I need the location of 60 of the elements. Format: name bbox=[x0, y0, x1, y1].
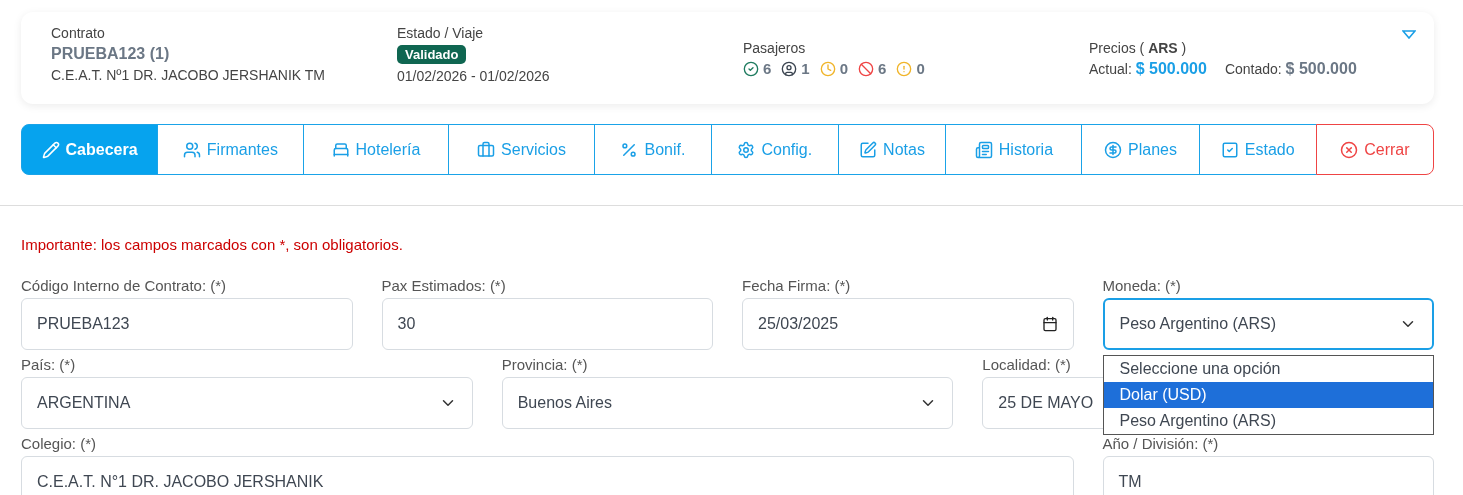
tab[interactable]: Config. bbox=[711, 124, 839, 175]
date-field[interactable]: 25/03/2025 bbox=[742, 298, 1074, 350]
field-label: Moneda: (*) bbox=[1102, 277, 1181, 294]
briefcase-icon bbox=[477, 140, 496, 159]
passenger-count: 6 bbox=[858, 60, 887, 77]
tab[interactable]: Notas bbox=[837, 124, 947, 175]
settings-icon bbox=[737, 140, 756, 159]
field-label: Localidad: (*) bbox=[982, 356, 1071, 373]
field-label: País: (*) bbox=[21, 356, 76, 373]
input-field[interactable]: PRUEBA123 bbox=[21, 298, 353, 350]
field-label: Pax Estimados: (*) bbox=[381, 277, 506, 294]
contract-code: PRUEBA123 (1) bbox=[51, 45, 171, 63]
school-name: C.E.A.T. Nº1 DR. JACOBO JERSHANIK TM bbox=[51, 67, 326, 83]
input-field[interactable]: 30 bbox=[381, 298, 713, 350]
field-label: Colegio: (*) bbox=[21, 435, 97, 452]
calendar-icon bbox=[1041, 316, 1058, 332]
percent-icon bbox=[620, 140, 639, 159]
field-label: Fecha Firma: (*) bbox=[742, 277, 851, 294]
tab[interactable]: Hotelería bbox=[302, 124, 450, 175]
tab[interactable]: Bonif. bbox=[593, 124, 712, 175]
expand-caret-icon[interactable] bbox=[1402, 30, 1416, 39]
current-price: Actual: $ 500.000 bbox=[1089, 59, 1207, 78]
trip-dates: 01/02/2026 - 01/02/2026 bbox=[397, 68, 551, 84]
required-notice: Importante: los campos marcados con *, son obligatorios. bbox=[21, 236, 404, 253]
cash-price: Contado: $ 500.000 bbox=[1224, 59, 1357, 78]
tab[interactable]: Firmantes bbox=[157, 124, 304, 175]
status-label: Estado / Viaje bbox=[397, 25, 485, 41]
dropdown-option[interactable]: Dolar (USD) bbox=[1103, 382, 1433, 408]
passengers-label: Pasajeros bbox=[743, 40, 807, 56]
prices-label: Precios ( ARS ) bbox=[1089, 39, 1188, 56]
document-icon bbox=[974, 140, 993, 159]
tab[interactable]: Servicios bbox=[448, 124, 595, 175]
input-field[interactable]: TM bbox=[1102, 456, 1434, 495]
bed-icon bbox=[331, 140, 350, 159]
input-field[interactable]: C.E.A.T. N°1 DR. JACOBO JERSHANIK bbox=[21, 456, 1074, 495]
dollar-icon bbox=[1104, 140, 1123, 159]
tab[interactable]: Estado bbox=[1198, 124, 1317, 175]
tab[interactable]: Historia bbox=[945, 124, 1083, 175]
field-label: Provincia: (*) bbox=[501, 356, 588, 373]
select-field[interactable]: ARGENTINA bbox=[21, 377, 473, 429]
pencil-icon bbox=[41, 140, 60, 159]
dropdown-option[interactable]: Seleccione una opción bbox=[1103, 356, 1433, 382]
status-badge: Validado bbox=[397, 45, 467, 64]
passenger-count: 0 bbox=[896, 60, 925, 77]
tab[interactable]: Planes bbox=[1081, 124, 1200, 175]
tab[interactable]: Cabecera bbox=[21, 124, 159, 175]
passenger-count: 6 bbox=[743, 60, 772, 77]
contract-label: Contrato bbox=[51, 25, 106, 41]
users-icon bbox=[182, 140, 201, 159]
dropdown-option[interactable]: Peso Argentino (ARS) bbox=[1103, 408, 1433, 434]
select-field[interactable]: Buenos Aires bbox=[501, 377, 954, 429]
field-label: Año / División: (*) bbox=[1102, 435, 1219, 452]
close-icon bbox=[1340, 140, 1359, 159]
field-label: Código Interno de Contrato: (*) bbox=[21, 277, 227, 294]
edit-icon bbox=[859, 140, 878, 159]
passenger-count: 0 bbox=[819, 60, 849, 77]
checkbox-icon bbox=[1220, 140, 1239, 159]
tab[interactable]: Cerrar bbox=[1315, 124, 1434, 175]
select-field[interactable]: Peso Argentino (ARS) bbox=[1102, 298, 1434, 350]
passenger-count: 1 bbox=[781, 60, 810, 77]
